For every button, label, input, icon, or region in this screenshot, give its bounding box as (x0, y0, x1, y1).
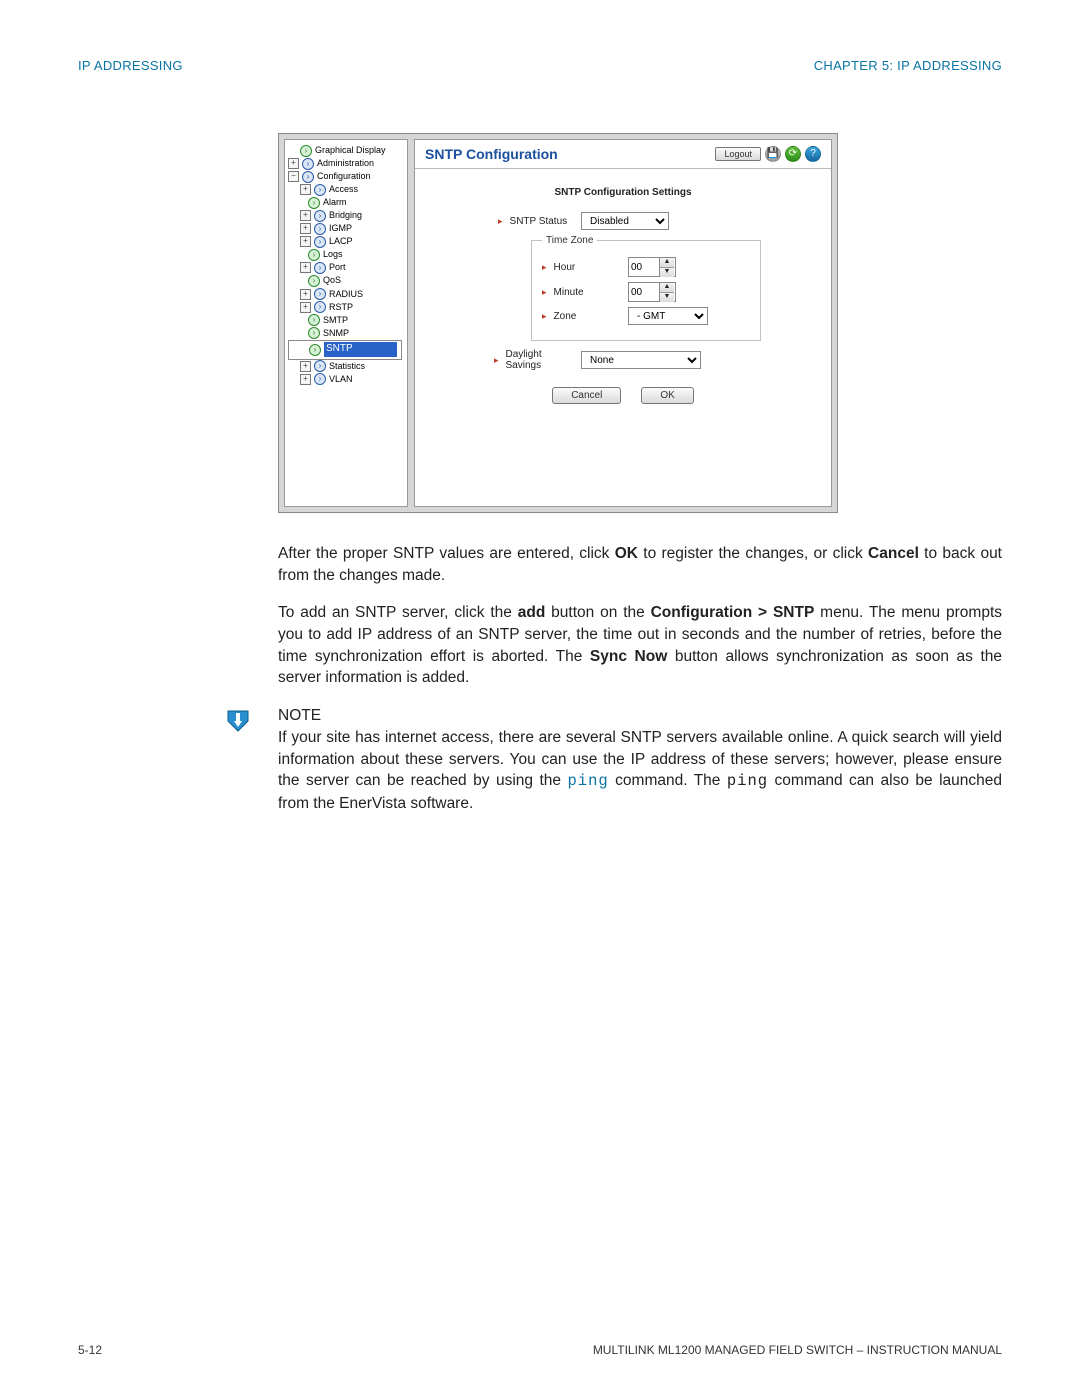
collapse-icon[interactable]: − (288, 171, 299, 182)
nav-item-igmp[interactable]: IGMP (329, 222, 404, 235)
help-icon[interactable]: ? (805, 146, 821, 162)
expand-icon[interactable]: + (300, 184, 311, 195)
paragraph-2: To add an SNTP server, click the add but… (278, 602, 1002, 689)
arrow-icon: ▸ (494, 355, 503, 366)
expand-icon[interactable]: + (300, 374, 311, 385)
spinner-up-icon[interactable]: ▲ (659, 258, 674, 268)
hour-label: Hour (554, 262, 576, 273)
minute-input[interactable] (629, 284, 659, 300)
time-zone-fieldset: Time Zone ▸Hour ▲▼ ▸Minute (531, 235, 761, 341)
expand-icon[interactable]: + (300, 361, 311, 372)
cancel-button[interactable]: Cancel (552, 387, 621, 404)
nav-item-graphical-display[interactable]: Graphical Display (315, 144, 404, 157)
nav-item-access[interactable]: Access (329, 183, 404, 196)
nav-item-rstp[interactable]: RSTP (329, 301, 404, 314)
nav-item-statistics[interactable]: Statistics (329, 360, 404, 373)
nav-item-radius[interactable]: RADIUS (329, 288, 404, 301)
expand-icon[interactable]: + (300, 223, 311, 234)
sntp-status-select[interactable]: Disabled (581, 212, 669, 230)
nav-item-configuration[interactable]: Configuration (317, 170, 404, 183)
ok-button[interactable]: OK (641, 387, 693, 404)
hour-input[interactable] (629, 259, 659, 275)
expand-icon[interactable]: + (288, 158, 299, 169)
paragraph-1: After the proper SNTP values are entered… (278, 543, 1002, 586)
nav-item-alarm[interactable]: Alarm (323, 196, 404, 209)
panel-title: SNTP Configuration (425, 146, 558, 162)
page-header-left: IP ADDRESSING (78, 58, 183, 73)
expand-icon[interactable]: + (300, 262, 311, 273)
zone-label: Zone (554, 311, 577, 322)
nav-item-qos[interactable]: QoS (323, 274, 404, 287)
nav-tree[interactable]: ›Graphical Display +›Administration −›Co… (284, 139, 408, 507)
nav-item-sntp[interactable]: SNTP (324, 342, 397, 357)
daylight-savings-label: Daylight Savings (506, 349, 575, 371)
nav-item-bridging[interactable]: Bridging (329, 209, 404, 222)
note-icon (220, 707, 256, 735)
arrow-icon: ▸ (498, 216, 507, 227)
minute-spinner[interactable]: ▲▼ (628, 282, 676, 302)
sntp-status-label: SNTP Status (510, 216, 568, 227)
spinner-up-icon[interactable]: ▲ (659, 283, 674, 293)
spinner-down-icon[interactable]: ▼ (659, 268, 674, 277)
page-number: 5-12 (78, 1343, 102, 1357)
arrow-icon: ▸ (542, 262, 551, 273)
form-section-title: SNTP Configuration Settings (435, 187, 811, 198)
nav-item-lacp[interactable]: LACP (329, 235, 404, 248)
nav-item-logs[interactable]: Logs (323, 248, 404, 261)
expand-icon[interactable]: + (300, 302, 311, 313)
spinner-down-icon[interactable]: ▼ (659, 293, 674, 302)
nav-item-smtp[interactable]: SMTP (323, 314, 404, 327)
daylight-savings-select[interactable]: None (581, 351, 701, 369)
main-pane: SNTP Configuration Logout 💾 ⟳ ? SNTP Con… (414, 139, 832, 507)
screenshot: ›Graphical Display +›Administration −›Co… (278, 133, 838, 513)
nav-item-snmp[interactable]: SNMP (323, 327, 404, 340)
save-icon[interactable]: 💾 (765, 146, 781, 162)
footer-title: MULTILINK ML1200 MANAGED FIELD SWITCH – … (593, 1343, 1002, 1357)
refresh-icon[interactable]: ⟳ (785, 146, 801, 162)
arrow-icon: ▸ (542, 287, 551, 298)
expand-icon[interactable]: + (300, 236, 311, 247)
logout-button[interactable]: Logout (715, 147, 761, 161)
minute-label: Minute (554, 287, 584, 298)
zone-select[interactable]: - GMT (628, 307, 708, 325)
time-zone-legend: Time Zone (542, 235, 597, 246)
page-header-right: CHAPTER 5: IP ADDRESSING (814, 58, 1002, 73)
hour-spinner[interactable]: ▲▼ (628, 257, 676, 277)
nav-item-port[interactable]: Port (329, 261, 404, 274)
expand-icon[interactable]: + (300, 289, 311, 300)
arrow-icon: ▸ (542, 311, 551, 322)
nav-item-vlan[interactable]: VLAN (329, 373, 404, 386)
expand-icon[interactable]: + (300, 210, 311, 221)
nav-item-administration[interactable]: Administration (317, 157, 404, 170)
